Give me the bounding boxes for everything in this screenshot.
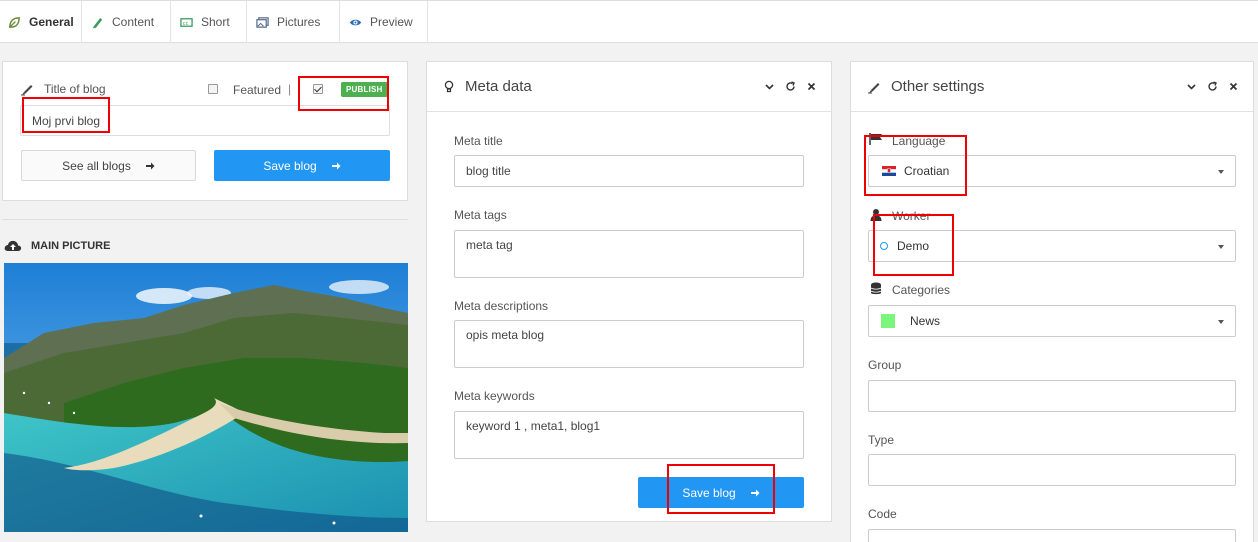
type-input[interactable] bbox=[868, 454, 1236, 486]
categories-select[interactable]: News bbox=[868, 305, 1236, 337]
meta-descriptions-label: Meta descriptions bbox=[454, 299, 549, 313]
refresh-icon[interactable] bbox=[1206, 80, 1218, 92]
code-label: Code bbox=[868, 507, 897, 521]
meta-keywords-label: Meta keywords bbox=[454, 389, 535, 403]
meta-tags-label: Meta tags bbox=[454, 208, 507, 222]
flag-icon bbox=[869, 133, 883, 145]
group-input[interactable] bbox=[868, 380, 1236, 412]
tab-preview[interactable]: Preview bbox=[340, 1, 428, 43]
tab-label: Content bbox=[112, 15, 155, 29]
arrow-right-icon bbox=[331, 161, 341, 171]
tab-label: Short bbox=[201, 15, 230, 29]
meta-keywords-input[interactable]: keyword 1 , meta1, blog1 bbox=[454, 411, 804, 459]
pen-icon bbox=[20, 82, 34, 96]
panel-controls bbox=[1185, 80, 1239, 92]
close-icon[interactable] bbox=[805, 80, 817, 92]
database-icon bbox=[870, 282, 882, 296]
worker-value: Demo bbox=[897, 239, 930, 253]
featured-label: Featured bbox=[233, 83, 282, 97]
other-settings-title: Other settings bbox=[891, 78, 985, 95]
tab-label: Preview bbox=[370, 15, 413, 29]
tab-bar: General Content cc Short Pictures Previe… bbox=[0, 0, 1258, 43]
arrow-right-icon bbox=[145, 161, 155, 171]
pen-icon bbox=[867, 80, 881, 94]
other-settings-header: Other settings bbox=[851, 62, 1253, 112]
other-settings-panel: Other settings Language Croatian Worker … bbox=[850, 61, 1254, 542]
meta-tags-input[interactable]: meta tag bbox=[454, 230, 804, 278]
tab-general[interactable]: General bbox=[0, 1, 82, 43]
divider bbox=[2, 219, 408, 220]
leaf-icon bbox=[8, 15, 21, 29]
meta-title-label: Meta title bbox=[454, 134, 503, 148]
blog-title-input[interactable] bbox=[20, 105, 390, 136]
meta-data-header: Meta data bbox=[427, 62, 831, 112]
language-label: Language bbox=[892, 134, 946, 148]
main-picture-label: MAIN PICTURE bbox=[31, 240, 111, 252]
refresh-icon[interactable] bbox=[784, 80, 796, 92]
see-all-blogs-label: See all blogs bbox=[62, 158, 131, 173]
save-blog-button[interactable]: Save blog bbox=[214, 150, 390, 181]
user-icon bbox=[870, 208, 882, 221]
close-icon[interactable] bbox=[1227, 80, 1239, 92]
save-blog-label: Save blog bbox=[682, 485, 736, 500]
arrow-right-icon bbox=[750, 488, 760, 498]
tab-label: Pictures bbox=[277, 15, 321, 29]
featured-checkbox[interactable] bbox=[208, 84, 218, 94]
separator: | bbox=[288, 82, 292, 96]
meta-data-title: Meta data bbox=[465, 78, 532, 95]
main-picture-image bbox=[4, 263, 408, 532]
croatia-flag-icon bbox=[882, 166, 896, 176]
images-icon bbox=[255, 15, 269, 29]
language-select[interactable]: Croatian bbox=[868, 155, 1236, 187]
see-all-blogs-button[interactable]: See all blogs bbox=[21, 150, 196, 181]
caret-down-icon bbox=[1218, 170, 1224, 174]
meta-save-blog-button[interactable]: Save blog bbox=[638, 477, 804, 508]
code-input[interactable] bbox=[868, 529, 1236, 542]
worker-select[interactable]: Demo bbox=[868, 230, 1236, 262]
chevron-down-icon[interactable] bbox=[763, 80, 775, 92]
caret-down-icon bbox=[1218, 320, 1224, 324]
blog-title-panel: Title of blog Featured | PUBLISH See all… bbox=[2, 61, 408, 201]
worker-label: Worker bbox=[892, 209, 931, 223]
group-label: Group bbox=[868, 358, 902, 372]
cloud-upload-icon bbox=[4, 239, 22, 253]
panel-controls bbox=[763, 80, 817, 92]
tab-pictures[interactable]: Pictures bbox=[247, 1, 340, 43]
publish-badge: PUBLISH bbox=[341, 82, 388, 97]
svg-text:cc: cc bbox=[182, 20, 188, 26]
tab-label: General bbox=[29, 15, 74, 29]
title-of-blog-label: Title of blog bbox=[44, 82, 106, 96]
tab-short[interactable]: cc Short bbox=[171, 1, 247, 43]
categories-label: Categories bbox=[892, 283, 951, 297]
pen-icon bbox=[90, 15, 104, 29]
language-value: Croatian bbox=[904, 164, 950, 178]
cc-icon: cc bbox=[179, 15, 193, 29]
save-blog-label: Save blog bbox=[263, 158, 317, 173]
caret-down-icon bbox=[1218, 245, 1224, 249]
eye-icon bbox=[348, 15, 362, 29]
meta-title-input[interactable] bbox=[454, 155, 804, 187]
type-label: Type bbox=[868, 433, 895, 447]
chevron-down-icon[interactable] bbox=[1185, 80, 1197, 92]
publish-checkbox[interactable] bbox=[313, 84, 323, 94]
tab-content[interactable]: Content bbox=[82, 1, 171, 43]
lightbulb-icon bbox=[443, 80, 455, 94]
meta-data-panel: Meta data Meta title Meta tags meta tag … bbox=[426, 61, 832, 522]
category-color-swatch bbox=[881, 314, 895, 328]
status-dot-icon bbox=[880, 242, 888, 250]
categories-value: News bbox=[910, 314, 941, 328]
meta-descriptions-input[interactable]: opis meta blog bbox=[454, 320, 804, 368]
